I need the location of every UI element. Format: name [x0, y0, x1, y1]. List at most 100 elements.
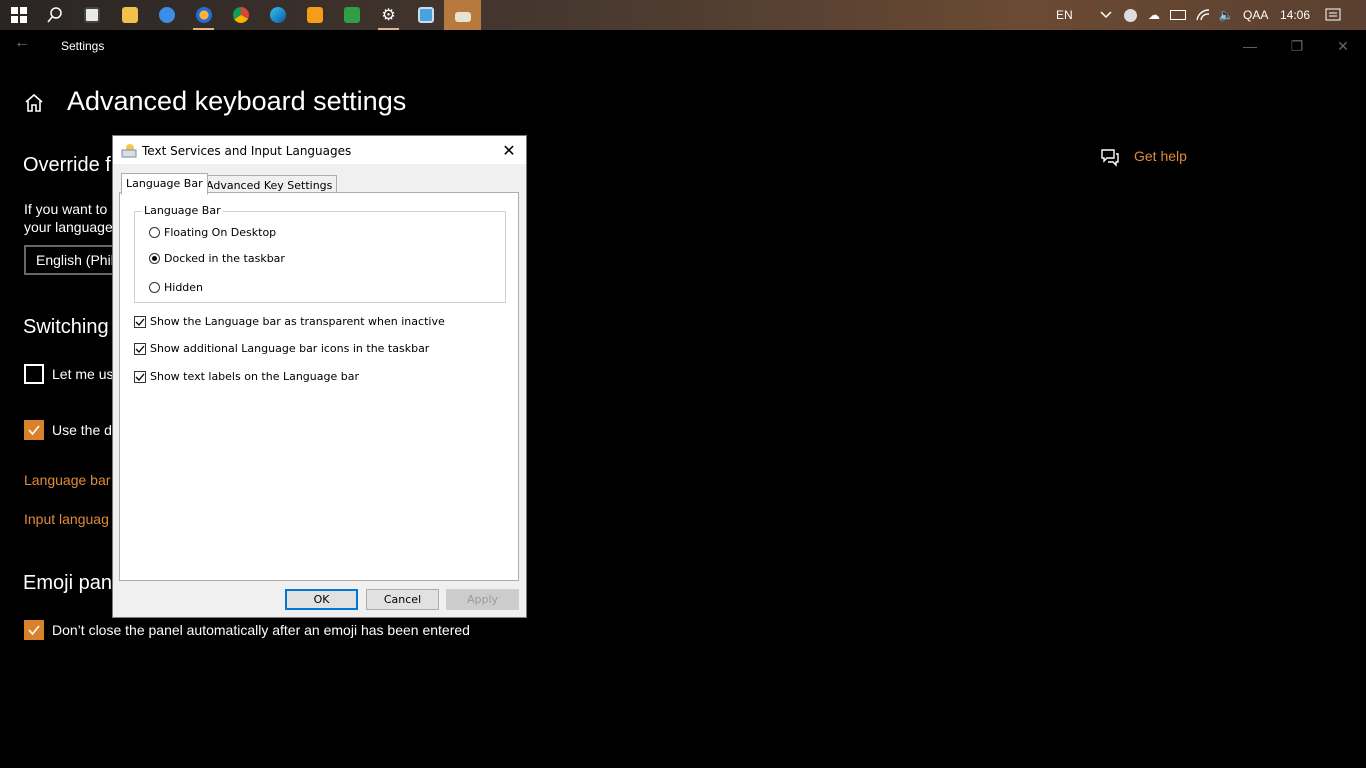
- input-language-hotkeys-link[interactable]: Input languag: [24, 511, 109, 527]
- check-additional-icons[interactable]: [134, 342, 146, 355]
- volume-icon[interactable]: 🔈: [1218, 7, 1234, 23]
- radio-docked-label: Docked in the taskbar: [164, 252, 285, 265]
- cancel-button[interactable]: Cancel: [366, 589, 439, 610]
- ok-button[interactable]: OK: [285, 589, 358, 610]
- keyboard-icon: [121, 142, 137, 158]
- taskbar-app-sublime[interactable]: [296, 0, 333, 30]
- store-icon: [83, 7, 100, 23]
- dialog-titlebar[interactable]: Text Services and Input Languages ✕: [113, 136, 526, 164]
- checkmark-icon: [135, 373, 145, 381]
- use-desktop-checkbox[interactable]: [24, 420, 44, 440]
- radio-docked[interactable]: [149, 253, 160, 264]
- close-button[interactable]: ✕: [1333, 36, 1353, 56]
- chrome-icon: [232, 7, 249, 23]
- check-text-labels[interactable]: [134, 370, 146, 383]
- use-desktop-label: Use the d: [52, 422, 112, 438]
- steam-icon[interactable]: [1122, 7, 1138, 23]
- taskbar-app-text-services[interactable]: [444, 0, 481, 30]
- radio-docked-row[interactable]: Docked in the taskbar: [149, 252, 285, 265]
- sublime-icon: [306, 7, 323, 23]
- groupbox-label: Language Bar: [142, 204, 223, 217]
- override-text-2: your language: [24, 219, 113, 235]
- taskbar-app-browser-1[interactable]: [148, 0, 185, 30]
- tab-language-bar-label: Language Bar: [126, 177, 203, 190]
- dialog-title: Text Services and Input Languages: [142, 144, 352, 158]
- taskbar-app-green[interactable]: [333, 0, 370, 30]
- apply-button[interactable]: Apply: [446, 589, 519, 610]
- language-indicator[interactable]: EN: [1056, 8, 1073, 22]
- dropdown-value: English (Phil: [36, 252, 114, 268]
- checkmark-icon: [135, 345, 145, 353]
- search-button[interactable]: [36, 0, 73, 30]
- check-text-labels-row[interactable]: Show text labels on the Language bar: [134, 370, 359, 383]
- override-heading: Override f: [23, 154, 111, 176]
- text-services-dialog: Text Services and Input Languages ✕ Lang…: [112, 135, 527, 618]
- notifications-icon[interactable]: [1325, 7, 1341, 23]
- page-title: Advanced keyboard settings: [67, 86, 407, 116]
- checkmark-icon: [28, 625, 40, 636]
- checkmark-icon: [28, 425, 40, 436]
- check-text-labels-label: Show text labels on the Language bar: [150, 370, 359, 383]
- tray-clock[interactable]: 14:06: [1280, 0, 1310, 30]
- check-transparent[interactable]: [134, 315, 146, 328]
- clock-time: 14:06: [1280, 8, 1311, 22]
- taskbar-app-explorer[interactable]: [111, 0, 148, 30]
- override-text-1: If you want to: [24, 201, 108, 217]
- language-bar-options-link[interactable]: Language bar: [24, 472, 110, 488]
- tray-user-label: QAA: [1243, 8, 1269, 22]
- radio-hidden[interactable]: [149, 282, 160, 293]
- help-chat-icon[interactable]: [1100, 147, 1120, 167]
- home-icon[interactable]: [23, 92, 45, 114]
- emoji-heading: Emoji pane: [23, 572, 124, 594]
- radio-hidden-row[interactable]: Hidden: [149, 281, 203, 294]
- cloud-user-icon[interactable]: ☁: [1146, 7, 1162, 23]
- browser-icon: [158, 7, 175, 23]
- language-bar-panel: Language Bar Floating On Desktop Docked …: [119, 192, 519, 581]
- restore-button[interactable]: ❐: [1287, 36, 1307, 56]
- switching-heading: Switching: [23, 316, 109, 338]
- check-transparent-row[interactable]: Show the Language bar as transparent whe…: [134, 315, 445, 328]
- taskbar-app-firefox[interactable]: [185, 0, 222, 30]
- control-panel-icon: [417, 7, 434, 23]
- radio-floating[interactable]: [149, 227, 160, 238]
- search-icon: [46, 7, 62, 23]
- taskbar: ⚙ EN ☁ 🔈 QAA 14:06: [0, 0, 1366, 30]
- check-transparent-label: Show the Language bar as transparent whe…: [150, 315, 445, 328]
- taskbar-app-edge[interactable]: [259, 0, 296, 30]
- emoji-panel-label: Don’t close the panel automatically afte…: [52, 622, 470, 638]
- green-app-icon: [343, 7, 360, 23]
- check-additional-icons-row[interactable]: Show additional Language bar icons in th…: [134, 342, 429, 355]
- dialog-close-button[interactable]: ✕: [498, 140, 520, 162]
- start-button[interactable]: [0, 0, 37, 30]
- let-me-use-checkbox[interactable]: [24, 364, 44, 384]
- radio-floating-row[interactable]: Floating On Desktop: [149, 226, 276, 239]
- chevron-up-icon[interactable]: [1098, 7, 1114, 23]
- battery-icon[interactable]: [1170, 7, 1186, 23]
- taskbar-app-settings[interactable]: ⚙: [370, 0, 407, 30]
- keyboard-icon: [454, 12, 471, 22]
- minimize-button[interactable]: —: [1240, 36, 1260, 56]
- radio-floating-label: Floating On Desktop: [164, 226, 277, 239]
- tray-user[interactable]: QAA: [1243, 0, 1268, 30]
- language-bar-groupbox: Language Bar Floating On Desktop Docked …: [134, 204, 506, 303]
- tab-language-bar[interactable]: Language Bar: [121, 173, 208, 195]
- edge-icon: [269, 7, 286, 23]
- window-title: Settings: [61, 39, 105, 53]
- windows-logo-icon: [10, 7, 27, 23]
- folder-icon: [121, 7, 138, 23]
- wifi-icon[interactable]: [1195, 7, 1211, 23]
- firefox-icon: [195, 7, 212, 23]
- tray-language[interactable]: EN: [1056, 0, 1073, 30]
- let-me-use-label: Let me us: [52, 366, 114, 382]
- taskbar-app-store[interactable]: [73, 0, 110, 30]
- taskbar-app-control-panel[interactable]: [407, 0, 444, 30]
- back-arrow-icon[interactable]: ←: [14, 34, 34, 54]
- get-help-link[interactable]: Get help: [1134, 148, 1187, 164]
- emoji-panel-checkbox[interactable]: [24, 620, 44, 640]
- gear-icon: ⚙: [381, 7, 396, 24]
- tab-advanced-key-settings-label: Advanced Key Settings: [206, 179, 333, 192]
- radio-hidden-label: Hidden: [164, 281, 204, 294]
- checkmark-icon: [135, 318, 145, 326]
- check-additional-icons-label: Show additional Language bar icons in th…: [150, 342, 430, 355]
- taskbar-app-chrome[interactable]: [222, 0, 259, 30]
